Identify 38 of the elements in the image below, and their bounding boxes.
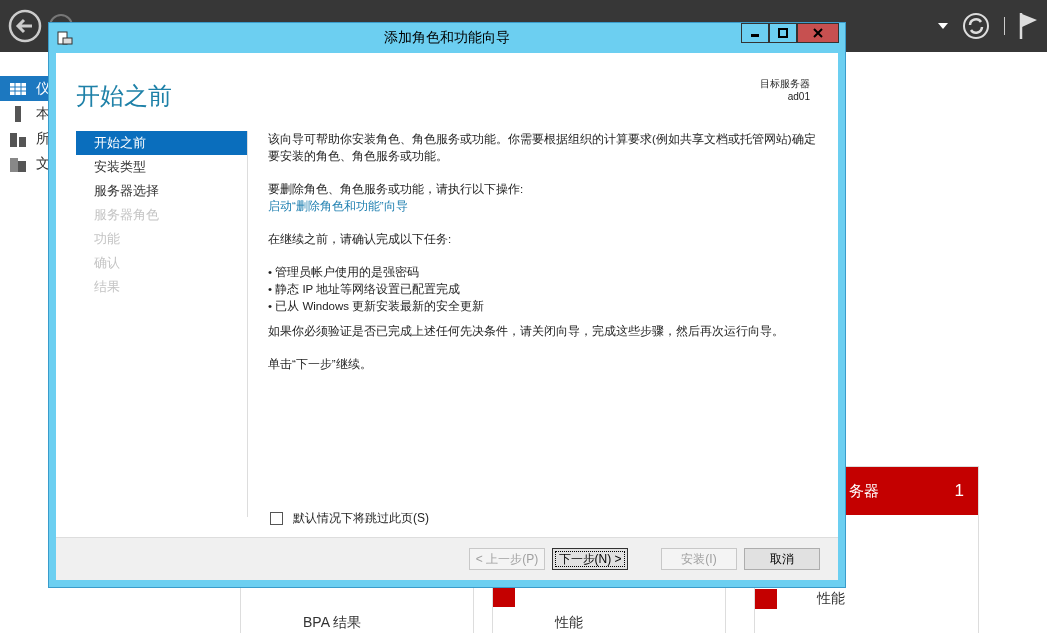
body-text: 单击“下一步”继续。 [268,357,373,372]
remove-wizard-link[interactable]: 启动“删除角色和功能”向导 [268,198,408,215]
tile-item[interactable]: 性能 [555,614,583,632]
bullet-item: • 静态 IP 地址等网络设置已配置完成 [268,282,462,297]
nav-item[interactable]: 文 [0,151,60,176]
target-server-name: ad01 [787,91,810,102]
body-text: 要删除角色、角色服务或功能，请执行以下操作: [268,182,525,197]
nav-icon [10,130,26,147]
dialog-title: 添加角色和功能向导 [384,29,510,45]
minimize-button[interactable] [741,23,769,43]
skip-checkbox[interactable] [270,512,283,525]
wizard-step[interactable]: 服务器选择 [76,179,247,203]
wizard-button[interactable]: 下一步(N) > [552,548,628,570]
target-server-label: 目标服务器 [760,77,810,91]
close-icon [813,28,823,38]
body-text: 在继续之前，请确认完成以下任务: [268,232,453,247]
nav-icon [10,80,26,97]
close-button[interactable] [797,23,839,43]
nav-item[interactable]: 所 [0,126,60,151]
nav-icon [10,155,26,172]
maximize-icon [778,28,788,38]
bullet-item: • 管理员帐户使用的是强密码 [268,265,421,280]
tile-item[interactable]: 性能 [817,590,845,608]
page-heading: 开始之前 [76,81,172,111]
wizard-step[interactable]: 安装类型 [76,155,247,179]
wizard-icon [57,30,73,46]
body-text: 该向导可帮助你安装角色、角色服务或功能。你需要根据组织的计算要求(例如共享文档或托管网站)确定要安装的角色、角色服务或功能。 [268,132,817,164]
flag-icon[interactable] [1019,13,1039,39]
body-text: 如果你必须验证是否已完成上述任何先决条件，请关闭向导，完成这些步骤，然后再次运行向导。 [268,324,785,339]
bullet-item: • 已从 Windows 更新安装最新的安全更新 [268,299,486,314]
wizard-step[interactable]: 开始之前 [76,131,247,155]
maximize-button[interactable] [769,23,797,43]
refresh-icon[interactable] [962,12,990,40]
wizard-button[interactable]: 取消 [744,548,820,570]
checkbox-label[interactable]: 默认情况下将跳过此页(S) [293,510,429,527]
caret-icon[interactable] [938,23,948,29]
back-button[interactable] [8,9,42,43]
tile-item[interactable]: BPA 结果 [303,614,362,632]
